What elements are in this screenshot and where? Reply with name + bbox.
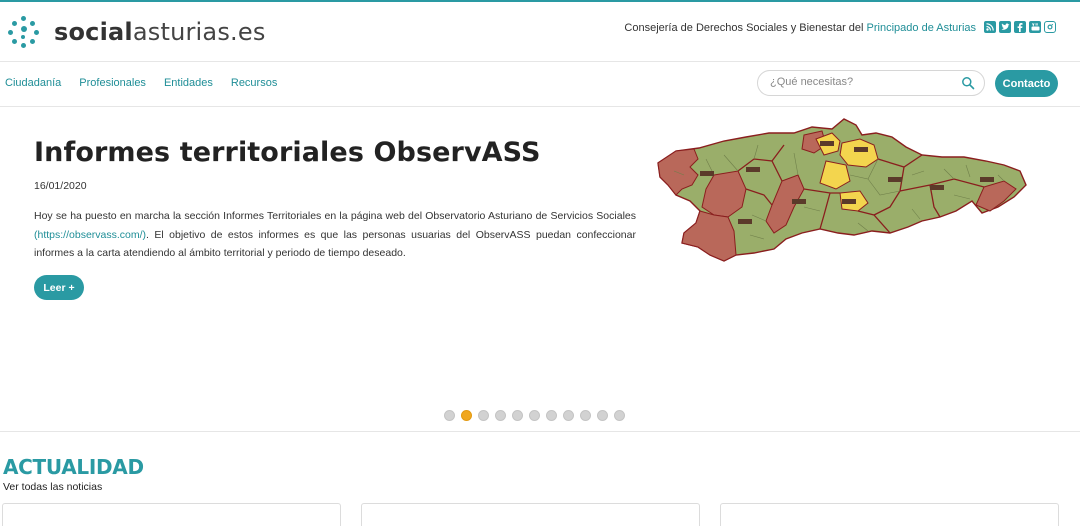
slider-dot[interactable] bbox=[597, 410, 608, 421]
slider-dot[interactable] bbox=[546, 410, 557, 421]
contact-button[interactable]: Contacto bbox=[995, 70, 1058, 97]
nav-item-entidades[interactable]: Entidades bbox=[164, 77, 213, 89]
search-icon[interactable] bbox=[961, 76, 975, 90]
observass-link[interactable]: (https://observass.com/) bbox=[34, 229, 146, 241]
slider-dot[interactable] bbox=[478, 410, 489, 421]
slider-dot[interactable] bbox=[580, 410, 591, 421]
twitter-icon[interactable] bbox=[999, 21, 1011, 33]
site-logo[interactable]: socialasturias.es bbox=[8, 16, 266, 48]
logo-wordmark: socialasturias.es bbox=[54, 18, 266, 46]
slide-description: Hoy se ha puesto en marcha la sección In… bbox=[34, 210, 636, 259]
site-header: socialasturias.es Consejería de Derechos… bbox=[0, 2, 1080, 62]
news-card[interactable] bbox=[720, 503, 1059, 526]
nav-item-ciudadania[interactable]: Ciudadanía bbox=[5, 77, 61, 89]
rss-icon[interactable] bbox=[984, 21, 996, 33]
nav-menu: Ciudadanía Profesionales Entidades Recur… bbox=[5, 77, 277, 89]
search-input[interactable] bbox=[770, 76, 960, 88]
logo-dots-icon bbox=[8, 16, 40, 48]
search-box bbox=[757, 70, 985, 96]
nav-item-recursos[interactable]: Recursos bbox=[231, 77, 277, 89]
slider-dot[interactable] bbox=[614, 410, 625, 421]
slider-dot[interactable] bbox=[495, 410, 506, 421]
slide-date: 16/01/2020 bbox=[34, 180, 87, 192]
slider-dot[interactable] bbox=[529, 410, 540, 421]
slider-pagination bbox=[444, 410, 625, 421]
news-section-title: ACTUALIDAD bbox=[3, 455, 144, 479]
nav-item-profesionales[interactable]: Profesionales bbox=[79, 77, 146, 89]
see-all-news-link[interactable]: Ver todas las noticias bbox=[3, 481, 102, 493]
main-navigation: Ciudadanía Profesionales Entidades Recur… bbox=[0, 62, 1080, 107]
read-more-button[interactable]: Leer + bbox=[34, 275, 84, 300]
slider-dot[interactable] bbox=[444, 410, 455, 421]
principado-link[interactable]: Principado de Asturias bbox=[867, 22, 976, 34]
news-card[interactable] bbox=[361, 503, 700, 526]
youtube-icon[interactable] bbox=[1029, 21, 1041, 33]
instagram-icon[interactable] bbox=[1044, 21, 1056, 33]
consejeria-label: Consejería de Derechos Sociales y Bienes… bbox=[624, 22, 976, 34]
slider-dot[interactable] bbox=[563, 410, 574, 421]
social-links bbox=[984, 21, 1056, 33]
facebook-icon[interactable] bbox=[1014, 21, 1026, 33]
hero-slide: Informes territoriales ObservASS 16/01/2… bbox=[0, 107, 1080, 432]
slide-title: Informes territoriales ObservASS bbox=[34, 137, 541, 168]
asturias-territorial-map bbox=[657, 118, 1027, 262]
news-card[interactable] bbox=[2, 503, 341, 526]
slider-dot-active[interactable] bbox=[461, 410, 472, 421]
slider-dot[interactable] bbox=[512, 410, 523, 421]
